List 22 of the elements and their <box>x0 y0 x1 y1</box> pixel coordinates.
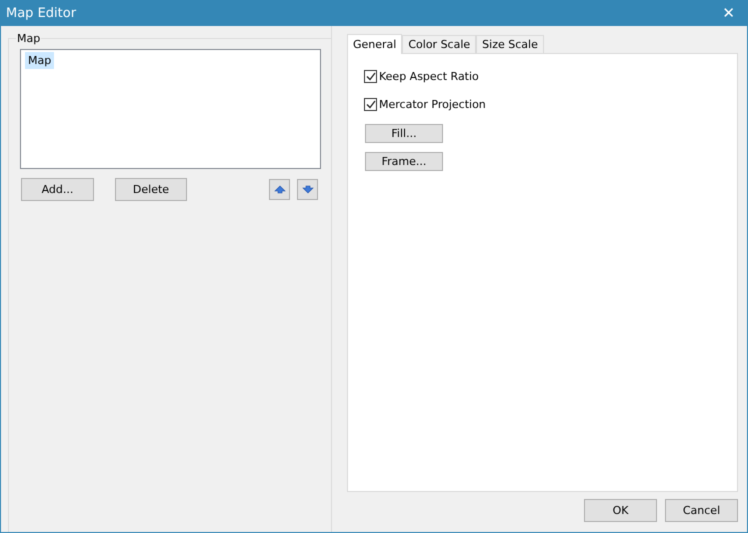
checkbox-box[interactable] <box>364 98 377 110</box>
window-title: Map Editor <box>6 6 76 20</box>
delete-button[interactable]: Delete <box>115 178 187 201</box>
move-up-button[interactable] <box>269 179 290 200</box>
close-button[interactable]: ✕ <box>718 4 739 22</box>
down-arrow-icon <box>300 183 314 196</box>
list-item[interactable]: Map <box>25 52 54 69</box>
up-arrow-icon <box>272 183 286 196</box>
frame-button[interactable]: Frame... <box>365 152 443 171</box>
cancel-button[interactable]: Cancel <box>665 499 738 522</box>
tab[interactable]: Size Scale <box>476 35 544 53</box>
checkbox-label: Keep Aspect Ratio <box>379 70 479 82</box>
tab[interactable]: Color Scale <box>402 35 476 53</box>
add-button[interactable]: Add... <box>21 178 94 201</box>
fill-button[interactable]: Fill... <box>365 124 443 143</box>
map-list[interactable]: Map <box>20 49 321 169</box>
move-down-button[interactable] <box>297 179 318 200</box>
tab[interactable]: General <box>347 34 402 54</box>
group-title: Map <box>16 32 42 45</box>
ok-button[interactable]: OK <box>584 499 657 522</box>
checkbox-box[interactable] <box>364 70 377 82</box>
checkbox-label: Mercator Projection <box>379 98 486 110</box>
